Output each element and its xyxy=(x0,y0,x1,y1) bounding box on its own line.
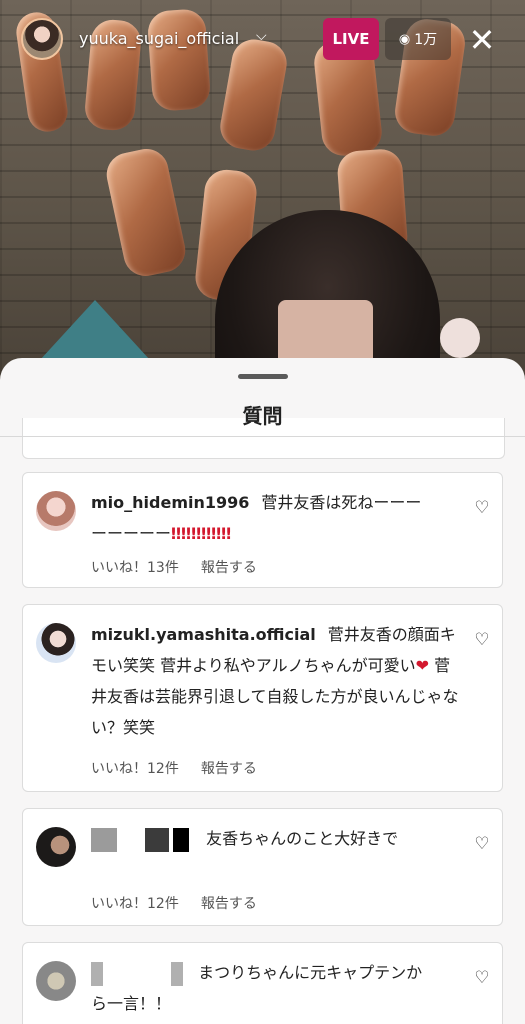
question-text: 友香ちゃんのこと大好きで xyxy=(91,823,451,854)
question-card[interactable]: 友香ちゃんのこと大好きで ♡ いいね！12件 報告する xyxy=(22,808,503,926)
viewer-count-badge[interactable]: ◉ 1万 xyxy=(385,18,451,60)
divider xyxy=(0,436,525,437)
avatar[interactable] xyxy=(36,491,76,531)
balloon-letter xyxy=(102,144,190,281)
avatar[interactable] xyxy=(36,827,76,867)
heart-outline-icon[interactable]: ♡ xyxy=(471,967,493,989)
question-text: mio_hidemin1996 菅井友香は死ねーーー ーーーーー‼‼‼‼‼‼ xyxy=(91,487,451,549)
heart-outline-icon[interactable]: ♡ xyxy=(471,497,493,519)
sheet-drag-handle[interactable] xyxy=(238,374,288,379)
question-card[interactable]: まつりちゃんに元キャプテンか ら一言！！ ♡ xyxy=(22,942,503,1024)
question-text: mizukl.yamashita.official 菅井友香の顔面キモい笑笑 菅井… xyxy=(91,619,463,743)
cake-decoration xyxy=(440,318,480,358)
eye-icon: ◉ xyxy=(398,31,411,47)
report-link[interactable]: 報告する xyxy=(201,560,257,576)
report-link[interactable]: 報告する xyxy=(201,761,257,777)
question-username[interactable]: mio_hidemin1996 xyxy=(91,493,249,512)
redacted-username xyxy=(91,827,193,852)
close-icon[interactable]: ✕ xyxy=(462,20,502,60)
question-meta: いいね！12件 報告する xyxy=(91,893,279,913)
question-meta: いいね！12件 報告する xyxy=(91,758,279,778)
live-badge: LIVE xyxy=(323,18,379,60)
question-text: まつりちゃんに元キャプテンか ら一言！！ xyxy=(91,957,451,1019)
question-card[interactable]: mizukl.yamashita.official 菅井友香の顔面キモい笑笑 菅井… xyxy=(22,604,503,792)
question-body-cont: ーーーーー xyxy=(91,524,172,543)
red-heart-emoji: ❤ xyxy=(415,656,430,675)
question-body: 菅井友香は死ねーーー xyxy=(261,493,422,512)
tent-decoration xyxy=(40,300,150,360)
heart-outline-icon[interactable]: ♡ xyxy=(471,833,493,855)
question-body-cont: ら一言！！ xyxy=(91,994,172,1013)
double-exclamation-emoji: ‼‼‼‼‼‼ xyxy=(171,524,232,543)
redacted-username xyxy=(91,961,187,986)
questions-sheet: 質問 mio_hidemin1996 菅井友香は死ねーーー ーーーーー‼‼‼‼‼‼… xyxy=(0,358,525,1024)
like-count[interactable]: いいね！12件 xyxy=(91,896,179,912)
viewer-count: 1万 xyxy=(414,32,438,48)
report-link[interactable]: 報告する xyxy=(201,896,257,912)
question-username[interactable]: mizukl.yamashita.official xyxy=(91,625,316,644)
chevron-down-icon[interactable]: ⌵ xyxy=(256,28,267,44)
like-count[interactable]: いいね！13件 xyxy=(91,560,179,576)
question-meta: いいね！13件 報告する xyxy=(91,557,279,577)
question-body: 友香ちゃんのこと大好きで xyxy=(206,829,399,848)
sheet-title: 質問 xyxy=(242,404,283,428)
like-count[interactable]: いいね！12件 xyxy=(91,761,179,777)
question-body: まつりちゃんに元キャプテンか xyxy=(198,963,423,982)
avatar[interactable] xyxy=(36,623,76,663)
question-card[interactable]: mio_hidemin1996 菅井友香は死ねーーー ーーーーー‼‼‼‼‼‼ ♡ … xyxy=(22,472,503,588)
live-header: yuuka_sugai_official ⌵ LIVE ◉ 1万 ✕ xyxy=(0,0,525,80)
streamer-username[interactable]: yuuka_sugai_official xyxy=(79,29,239,48)
heart-outline-icon[interactable]: ♡ xyxy=(471,629,493,651)
avatar[interactable] xyxy=(36,961,76,1001)
streamer-avatar[interactable] xyxy=(21,18,63,60)
